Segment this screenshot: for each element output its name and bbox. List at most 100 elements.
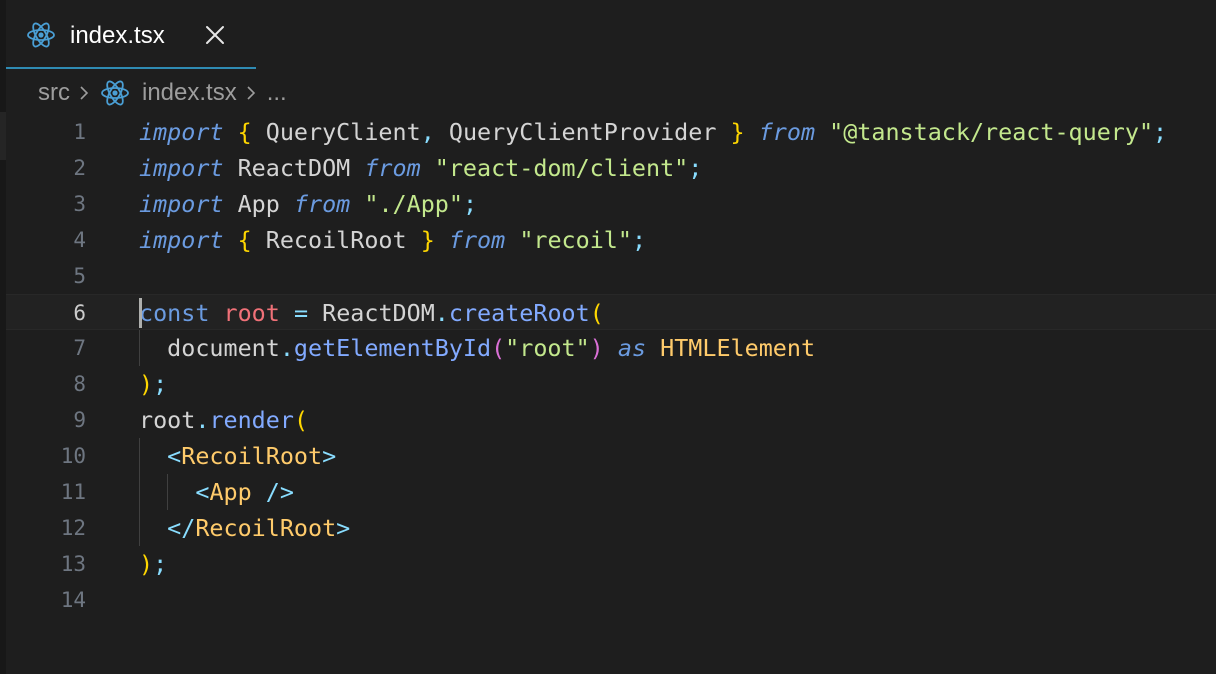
- code-line[interactable]: 12 </RecoilRoot>: [6, 510, 1216, 546]
- code-token: ,: [420, 118, 435, 146]
- code-text: document.getElementById("root") as HTMLE…: [139, 330, 815, 366]
- code-token: ;: [631, 226, 647, 254]
- code-token: =: [293, 299, 309, 327]
- line-number: 10: [60, 444, 86, 468]
- code-token: ;: [153, 550, 168, 578]
- code-token: ;: [462, 190, 478, 218]
- code-token: QueryClientProvider: [434, 118, 731, 146]
- code-token: .: [195, 406, 210, 434]
- code-token: {: [237, 226, 252, 254]
- code-line[interactable]: 6 const root = ReactDOM.createRoot(: [6, 294, 1216, 330]
- line-number: 7: [73, 336, 86, 360]
- code-token: App: [223, 190, 294, 218]
- code-token: RecoilRoot: [251, 226, 421, 254]
- tab-bar: index.tsx: [6, 0, 1216, 70]
- code-text: const root = ReactDOM.createRoot(: [139, 295, 604, 331]
- close-icon[interactable]: [204, 24, 226, 46]
- code-line[interactable]: 3 import App from "./App";: [6, 186, 1216, 222]
- code-editor[interactable]: 1 import { QueryClient, QueryClientProvid…: [6, 114, 1216, 674]
- code-line[interactable]: 11 <App />: [6, 474, 1216, 510]
- indent-guide: [139, 510, 140, 546]
- line-number: 1: [73, 120, 86, 144]
- code-line[interactable]: 13);: [6, 546, 1216, 582]
- breadcrumb-item-file[interactable]: index.tsx: [142, 79, 237, 107]
- tab-index-tsx[interactable]: index.tsx: [6, 0, 256, 69]
- react-icon: [27, 22, 55, 48]
- code-text: </RecoilRoot>: [139, 510, 350, 546]
- code-line[interactable]: 14: [6, 582, 1216, 618]
- code-token: App: [209, 478, 252, 506]
- code-line[interactable]: 1 import { QueryClient, QueryClientProvid…: [6, 114, 1216, 150]
- line-number: 12: [60, 516, 86, 540]
- breadcrumb-item-symbols[interactable]: ...: [267, 79, 287, 107]
- chevron-right-icon: [247, 86, 255, 100]
- code-token: getElementById: [293, 334, 492, 362]
- text-cursor: [139, 298, 142, 328]
- code-token: const: [139, 299, 210, 327]
- chevron-right-icon: [80, 86, 89, 100]
- code-line[interactable]: 10 <RecoilRoot>: [6, 438, 1216, 474]
- line-number: 11: [60, 480, 86, 504]
- code-line[interactable]: 8);: [6, 366, 1216, 402]
- code-token: ): [139, 550, 154, 578]
- code-token: QueryClient: [251, 118, 421, 146]
- code-token: >: [322, 442, 337, 470]
- indent-guide: [167, 474, 168, 510]
- code-token: (: [589, 299, 604, 327]
- indent-guide: [139, 474, 140, 510]
- code-text: <RecoilRoot>: [139, 438, 336, 474]
- code-line[interactable]: 5: [6, 258, 1216, 294]
- code-text: );: [139, 366, 167, 402]
- code-token: "recoil": [519, 226, 632, 254]
- line-number: 8: [73, 372, 86, 396]
- code-text: );: [139, 546, 167, 582]
- code-line[interactable]: 9 root.render(: [6, 402, 1216, 438]
- indent-guide: [139, 438, 140, 474]
- code-token: root: [139, 406, 196, 434]
- code-line[interactable]: 2 import ReactDOM from "react-dom/client"…: [6, 150, 1216, 186]
- breadcrumb-item-src[interactable]: src: [38, 79, 70, 107]
- code-token: createRoot: [448, 299, 590, 327]
- breadcrumb: src index.tsx ...: [38, 76, 287, 110]
- react-icon: [101, 80, 129, 106]
- code-token: from: [364, 154, 421, 182]
- code-text: import { RecoilRoot } from "recoil";: [139, 222, 646, 258]
- line-number: 13: [60, 552, 86, 576]
- code-token: </: [167, 514, 196, 542]
- line-number: 3: [73, 192, 86, 216]
- code-text: import App from "./App";: [139, 186, 477, 222]
- line-number: 5: [73, 264, 86, 288]
- code-token: .: [279, 334, 294, 362]
- line-number: 4: [73, 228, 86, 252]
- code-token: (: [293, 406, 309, 434]
- line-number: 6: [73, 301, 86, 325]
- code-token: RecoilRoot: [195, 514, 337, 542]
- code-token: from: [758, 118, 816, 146]
- line-number: 2: [73, 156, 86, 180]
- code-token: import: [139, 154, 224, 182]
- code-line[interactable]: 4 import { RecoilRoot } from "recoil";: [6, 222, 1216, 258]
- code-token: .: [434, 299, 449, 327]
- line-number: 9: [73, 408, 86, 432]
- code-token: ;: [153, 370, 168, 398]
- code-text: import ReactDOM from "react-dom/client";: [139, 150, 702, 186]
- code-token: <: [167, 442, 182, 470]
- code-token: render: [209, 406, 294, 434]
- code-token: ;: [688, 154, 703, 182]
- code-token: >: [336, 514, 351, 542]
- code-token: root: [223, 299, 280, 327]
- code-line[interactable]: 7 document.getElementById("root") as HTM…: [6, 330, 1216, 366]
- code-token: "react-dom/client": [434, 154, 689, 182]
- code-token: "root": [505, 334, 590, 362]
- code-token: RecoilRoot: [181, 442, 323, 470]
- code-token: "@tanstack/react-query": [829, 118, 1154, 146]
